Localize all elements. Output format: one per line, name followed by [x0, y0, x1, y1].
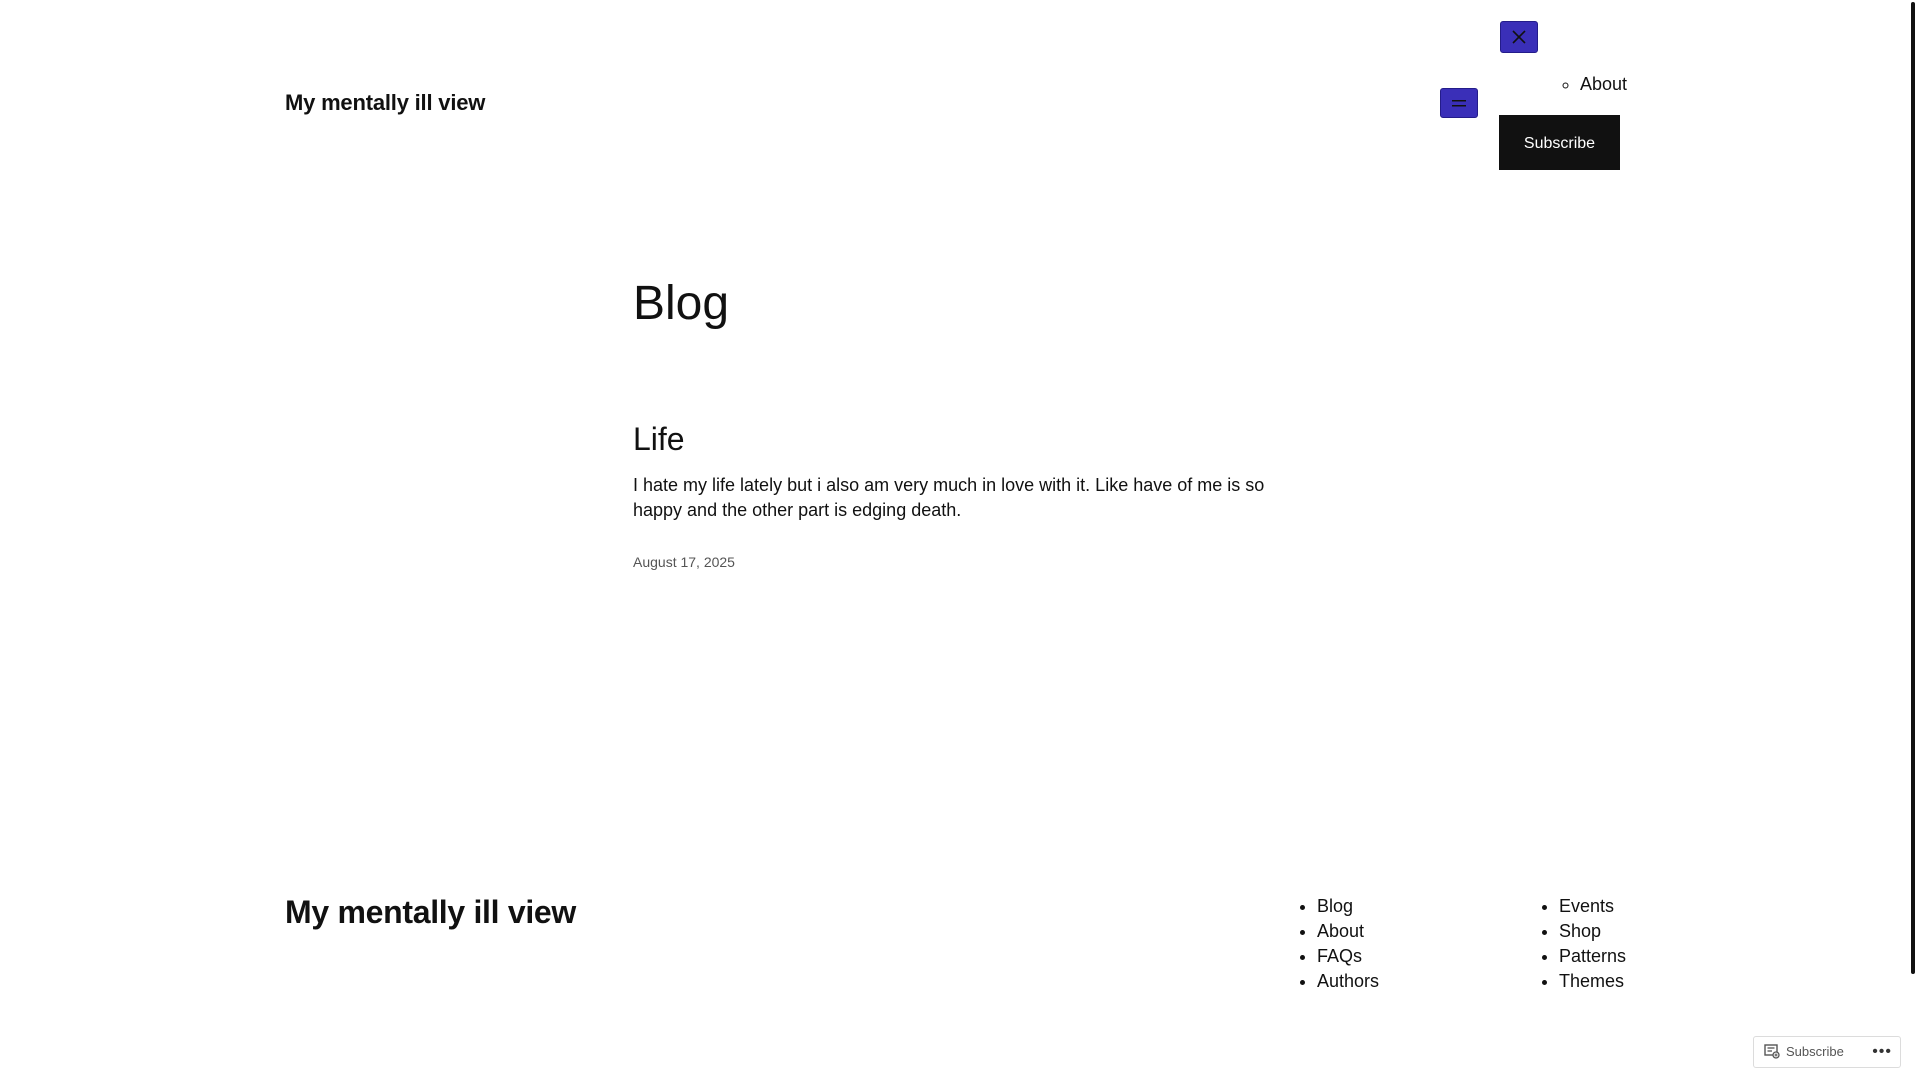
page: My mentally ill view About Subscribe Blo… — [0, 0, 1920, 1080]
footer-nav-link[interactable]: Events — [1559, 896, 1614, 916]
overlay-nav-list: About — [1560, 72, 1627, 96]
post-date[interactable]: August 17, 2025 — [633, 553, 1273, 571]
footer-nav-item-shop[interactable]: Shop — [1559, 919, 1626, 944]
close-icon — [1512, 30, 1526, 44]
subscribe-button[interactable]: Subscribe — [1499, 115, 1620, 170]
wp-action-bar: Subscribe ••• — [1753, 1036, 1901, 1068]
action-bar-subscribe-button[interactable]: Subscribe — [1764, 1037, 1844, 1067]
hamburger-icon — [1452, 100, 1466, 107]
overlay-nav-item-about[interactable]: About — [1580, 72, 1627, 96]
footer-nav-link[interactable]: Shop — [1559, 921, 1601, 941]
vertical-scrollbar[interactable] — [1904, 0, 1920, 1080]
footer-nav-item-authors[interactable]: Authors — [1317, 969, 1379, 994]
footer-nav-column-2: Events Shop Patterns Themes — [1539, 894, 1626, 994]
action-bar-subscribe-label: Subscribe — [1786, 1044, 1844, 1059]
menu-open-button[interactable] — [1440, 88, 1478, 118]
post-card: Life I hate my life lately but i also am… — [633, 415, 1273, 571]
page-title: Blog — [633, 277, 730, 330]
footer-nav-link[interactable]: Blog — [1317, 896, 1353, 916]
footer-nav-column-1: Blog About FAQs Authors — [1297, 894, 1379, 994]
post-title[interactable]: Life — [633, 415, 1273, 463]
reader-icon — [1764, 1044, 1780, 1059]
footer-nav-item-about[interactable]: About — [1317, 919, 1379, 944]
footer-nav-item-events[interactable]: Events — [1559, 894, 1626, 919]
footer-nav-link[interactable]: Authors — [1317, 971, 1379, 991]
post-excerpt: I hate my life lately but i also am very… — [633, 475, 1265, 520]
footer-nav-link[interactable]: Patterns — [1559, 946, 1626, 966]
footer-nav-item-blog[interactable]: Blog — [1317, 894, 1379, 919]
footer-nav-link[interactable]: About — [1317, 921, 1364, 941]
footer-site-title[interactable]: My mentally ill view — [285, 890, 576, 934]
more-options-icon[interactable]: ••• — [1872, 1037, 1892, 1067]
footer-nav-item-themes[interactable]: Themes — [1559, 969, 1626, 994]
overlay-nav-link[interactable]: About — [1580, 74, 1627, 94]
footer-nav-link[interactable]: FAQs — [1317, 946, 1362, 966]
footer-nav-item-patterns[interactable]: Patterns — [1559, 944, 1626, 969]
footer-nav-link[interactable]: Themes — [1559, 971, 1624, 991]
site-title[interactable]: My mentally ill view — [285, 88, 485, 118]
scrollbar-thumb[interactable] — [1911, 2, 1915, 974]
footer-nav-item-faqs[interactable]: FAQs — [1317, 944, 1379, 969]
menu-close-button[interactable] — [1500, 21, 1538, 53]
